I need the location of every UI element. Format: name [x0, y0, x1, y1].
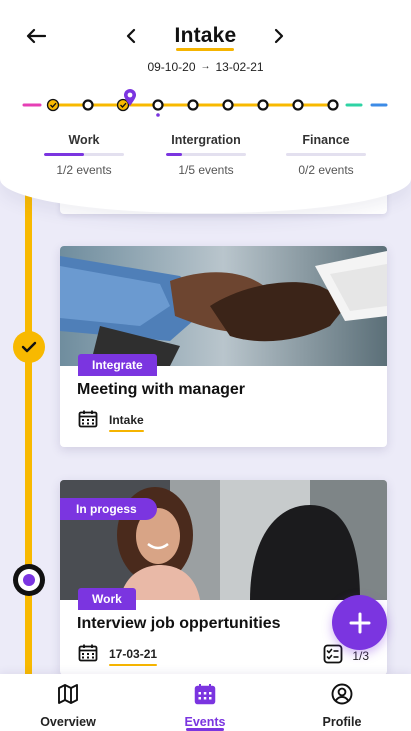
nav-profile[interactable]: Profile	[297, 683, 387, 729]
category-tag: Integrate	[78, 354, 157, 376]
app-screen: Intake 09-10-20 → 13-02-21 Work 1/2 even…	[0, 0, 411, 731]
map-icon	[58, 684, 78, 704]
timeline-node	[292, 99, 304, 111]
status-badge: In progess	[60, 498, 157, 520]
event-title: Interview job oppertunities	[77, 615, 281, 632]
page-title: Intake	[174, 24, 237, 47]
checkmark-icon	[13, 331, 45, 363]
date-start: 09-10-20	[147, 60, 196, 74]
task-count: 1/3	[352, 648, 369, 663]
nav-overview[interactable]: Overview	[23, 683, 113, 729]
calendar-icon	[78, 410, 98, 433]
title-underline	[176, 48, 234, 51]
date-arrow: →	[200, 61, 211, 72]
checklist-icon	[323, 644, 343, 667]
timeline-node	[82, 99, 94, 111]
current-step-icon	[13, 564, 45, 596]
date-end: 13-02-21	[215, 60, 264, 74]
nav-events-label: Events	[184, 715, 226, 729]
handshake-image	[60, 246, 387, 366]
timeline-node-done	[46, 98, 60, 112]
date-range: 09-10-20 → 13-02-21	[0, 60, 411, 74]
category-stats: Work 1/2 events Intergration 1/5 events …	[0, 133, 411, 183]
profile-icon	[331, 683, 353, 705]
stat-progress-bar	[286, 153, 366, 156]
header: Intake 09-10-20 → 13-02-21 Work 1/2 even…	[0, 0, 411, 213]
timeline-node	[152, 99, 164, 111]
calendar-icon	[78, 644, 98, 667]
category-tag: Work	[78, 588, 136, 610]
event-meta: 17-03-21	[78, 644, 158, 667]
stat-progress-bar	[44, 153, 124, 156]
timeline-node	[257, 99, 269, 111]
phase-timeline[interactable]	[0, 86, 411, 120]
timeline-node	[327, 99, 339, 111]
event-card[interactable]: In progess Work Interview job oppertunit…	[60, 480, 387, 675]
stat-label: Intergration	[171, 133, 241, 147]
event-meta: Intake	[78, 410, 144, 433]
nav-overview-label: Overview	[40, 715, 96, 729]
plus-icon	[349, 612, 370, 633]
bottom-navigation: Overview Events Profile	[0, 674, 411, 731]
timeline-node	[222, 99, 234, 111]
add-event-button[interactable]	[332, 595, 387, 650]
stat-count: 1/5 events	[178, 163, 234, 177]
stat-progress-fill	[166, 153, 182, 156]
calendar-icon	[194, 684, 216, 705]
stat-work[interactable]: Work 1/2 events	[39, 133, 129, 177]
stat-progress-bar	[166, 153, 246, 156]
stat-label: Work	[68, 133, 100, 147]
stat-label: Finance	[302, 133, 350, 147]
event-date: Intake	[109, 413, 144, 432]
event-title: Meeting with manager	[77, 381, 246, 398]
stat-count: 0/2 events	[298, 163, 354, 177]
stat-integration[interactable]: Intergration 1/5 events	[161, 133, 251, 177]
event-card[interactable]: Integrate Meeting with manager Intake	[60, 246, 387, 447]
timeline-current-dot	[156, 113, 160, 117]
stat-count: 1/2 events	[56, 163, 112, 177]
stat-finance[interactable]: Finance 0/2 events	[281, 133, 371, 177]
nav-events[interactable]: Events	[160, 683, 250, 729]
nav-profile-label: Profile	[322, 715, 362, 729]
stat-progress-fill	[44, 153, 84, 156]
timeline-rail	[25, 190, 32, 690]
event-date: 17-03-21	[109, 647, 158, 666]
timeline-node	[187, 99, 199, 111]
chevron-right-icon[interactable]	[268, 24, 290, 48]
